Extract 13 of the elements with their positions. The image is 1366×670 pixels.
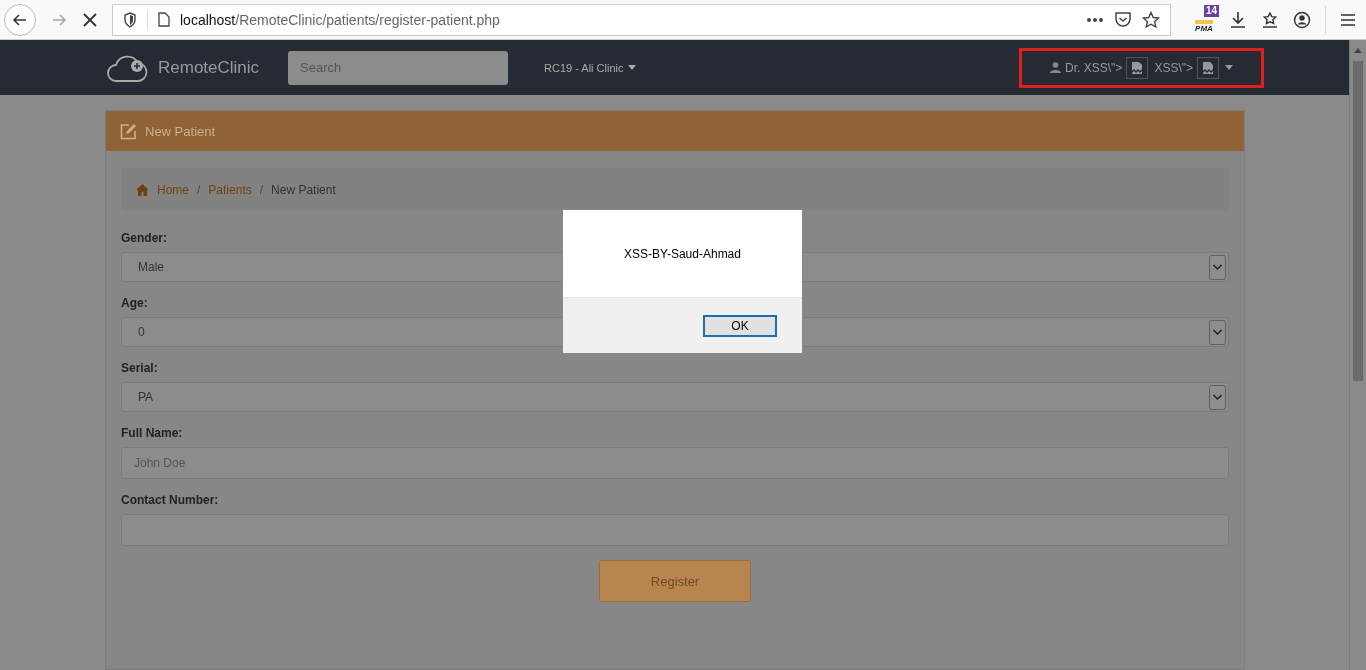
- field-label: Gender:: [121, 231, 168, 245]
- field-label: Age:: [121, 296, 149, 310]
- alert-message: XSS-BY-Saud-Ahmad: [623, 245, 742, 263]
- extension-badge: 14: [1203, 4, 1219, 17]
- breadcrumb-current: New Patient: [271, 182, 336, 197]
- field-label: Serial:: [121, 361, 159, 375]
- breadcrumb-separator: /: [197, 182, 201, 197]
- url-text: localhost/RemoteClinic/patients/register-patient.php: [180, 11, 500, 28]
- field-label: Contact Number:: [121, 493, 220, 507]
- extension-label: PMA: [1195, 19, 1213, 33]
- field-label: Full Name:: [121, 426, 184, 440]
- panel-title: New Patient: [145, 123, 216, 139]
- breadcrumb-separator: /: [259, 182, 264, 197]
